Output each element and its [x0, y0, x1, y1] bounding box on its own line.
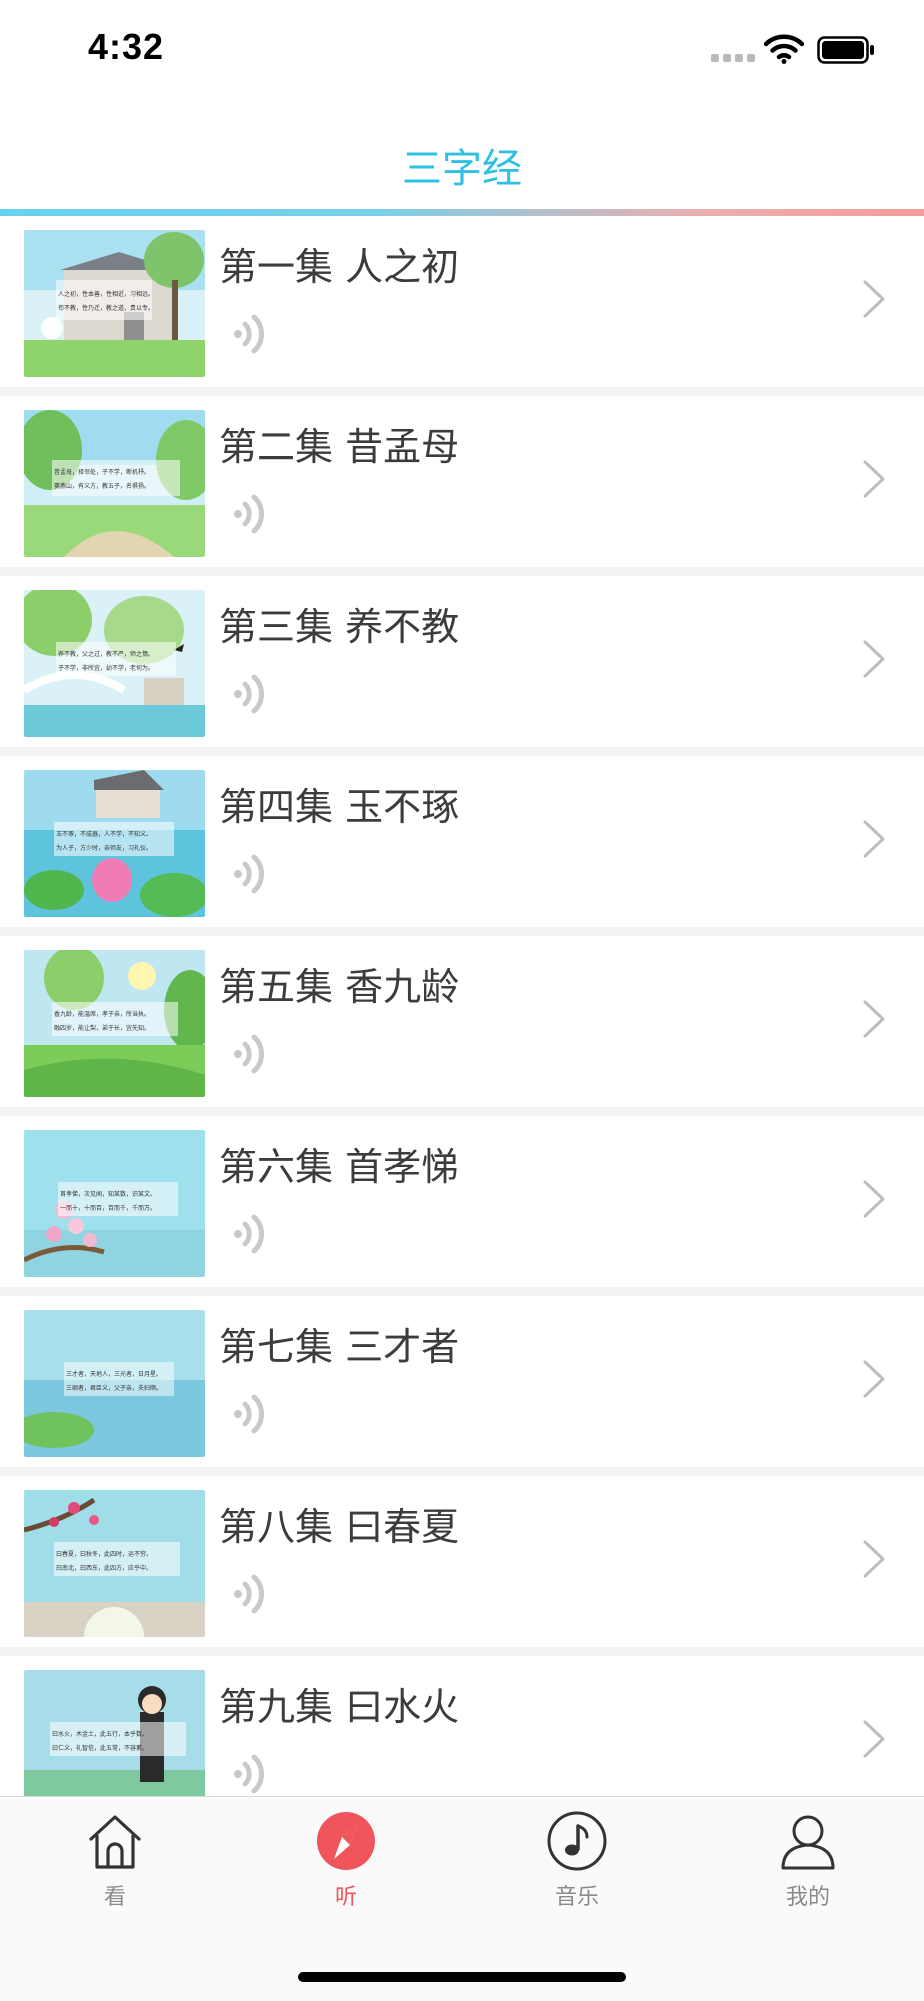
audio-icon — [234, 314, 264, 354]
episode-row-8[interactable]: 曰春夏，曰秋冬，此四时，运不穷。 曰南北，曰西东，此四方，应乎中。 第八集 曰春… — [0, 1476, 924, 1647]
episode-row-9[interactable]: 曰水火，木金土，此五行，本乎数。 曰仁义，礼智信，此五常，不容紊。 第九集 曰水… — [0, 1656, 924, 1796]
episode-row-5[interactable]: 香九龄，能温席，孝于亲，所当执。 融四岁，能让梨，弟于长，宜先知。 第五集 香九… — [0, 936, 924, 1107]
status-time: 4:32 — [88, 26, 165, 67]
tab-label: 听 — [334, 1885, 357, 1910]
tab-label: 我的 — [785, 1885, 830, 1910]
audio-icon — [234, 1754, 264, 1794]
thumbnail-caption: 养不教，父之过，教不严，师之惰。 — [58, 650, 154, 658]
tab-bar: 看 听 音乐 我的 — [0, 1796, 924, 2001]
episode-thumbnail: 人之初，性本善，性相近，习相远。 苟不教，性乃迁，教之道，贵以专。 — [24, 230, 205, 377]
audio-icon — [234, 854, 264, 894]
thumbnail-caption: 一而十，十而百，百而千，千而万。 — [60, 1204, 156, 1212]
episode-row-3[interactable]: 养不教，父之过，教不严，师之惰。 子不学，非所宜，幼不学，老何为。 第三集 养不… — [0, 576, 924, 747]
audio-icon — [234, 494, 264, 534]
episode-row-1[interactable]: 人之初，性本善，性相近，习相远。 苟不教，性乃迁，教之道，贵以专。 第一集 人之… — [0, 216, 924, 387]
thumbnail-caption: 香九龄，能温席，孝于亲，所当执。 — [54, 1010, 150, 1018]
tab-label: 音乐 — [554, 1885, 599, 1910]
episode-row-2[interactable]: 昔孟母，择邻处，子不学，断机杼。 窦燕山，有义方，教五子，名俱扬。 第二集 昔孟… — [0, 396, 924, 567]
audio-icon — [234, 674, 264, 714]
tab-watch[interactable]: 看 — [55, 1811, 175, 1921]
compass-icon — [317, 1812, 375, 1870]
audio-icon — [234, 1214, 264, 1254]
navigation-bar: 三字经 — [0, 100, 924, 212]
cellular-signal-icon — [711, 54, 755, 64]
episode-thumbnail: 曰水火，木金土，此五行，本乎数。 曰仁义，礼智信，此五常，不容紊。 — [24, 1670, 205, 1796]
thumbnail-caption: 曰春夏，曰秋冬，此四时，运不穷。 — [56, 1550, 152, 1558]
tab-label: 看 — [103, 1885, 126, 1910]
audio-icon — [234, 1574, 264, 1614]
episode-list[interactable]: 人之初，性本善，性相近，习相远。 苟不教，性乃迁，教之道，贵以专。 第一集 人之… — [0, 216, 924, 1796]
chevron-right-icon — [863, 1540, 885, 1578]
thumbnail-caption: 曰南北，曰西东，此四方，应乎中。 — [56, 1564, 152, 1572]
tab-listen[interactable]: 听 — [286, 1811, 406, 1921]
episode-thumbnail: 香九龄，能温席，孝于亲，所当执。 融四岁，能让梨，弟于长，宜先知。 — [24, 950, 205, 1097]
chevron-right-icon — [863, 1180, 885, 1218]
tab-me[interactable]: 我的 — [748, 1811, 868, 1921]
episode-row-7[interactable]: 三才者，天地人，三光者，日月星。 三纲者，君臣义，父子亲，夫妇顺。 第七集 三才… — [0, 1296, 924, 1467]
wifi-icon — [764, 34, 804, 64]
audio-icon — [234, 1034, 264, 1074]
chevron-right-icon — [863, 1720, 885, 1758]
thumbnail-caption: 子不学，非所宜，幼不学，老何为。 — [58, 664, 154, 672]
episode-thumbnail: 养不教，父之过，教不严，师之惰。 子不学，非所宜，幼不学，老何为。 — [24, 590, 205, 737]
home-indicator — [298, 1972, 626, 1982]
chevron-right-icon — [863, 820, 885, 858]
user-icon — [781, 1815, 835, 1870]
battery-icon — [817, 36, 874, 64]
episode-title: 第六集 首孝悌 — [219, 1145, 460, 1189]
page-title: 三字经 — [402, 146, 522, 192]
episode-thumbnail: 昔孟母，择邻处，子不学，断机杼。 窦燕山，有义方，教五子，名俱扬。 — [24, 410, 205, 557]
chevron-right-icon — [863, 460, 885, 498]
thumbnail-caption: 窦燕山，有义方，教五子，名俱扬。 — [54, 482, 150, 490]
header-divider — [0, 209, 924, 216]
episode-thumbnail: 玉不琢，不成器，人不学，不知义。 为人子，方少时，亲师友，习礼仪。 — [24, 770, 205, 917]
home-icon — [89, 1815, 141, 1869]
episode-thumbnail: 三才者，天地人，三光者，日月星。 三纲者，君臣义，父子亲，夫妇顺。 — [24, 1310, 205, 1457]
thumbnail-caption: 融四岁，能让梨，弟于长，宜先知。 — [54, 1024, 150, 1032]
thumbnail-caption: 三纲者，君臣义，父子亲，夫妇顺。 — [66, 1384, 162, 1392]
chevron-right-icon — [863, 280, 885, 318]
episode-row-6[interactable]: 首孝悌，次见闻，知某数，识某文。 一而十，十而百，百而千，千而万。 第六集 首孝… — [0, 1116, 924, 1287]
thumbnail-caption: 玉不琢，不成器，人不学，不知义。 — [56, 830, 152, 838]
chevron-right-icon — [863, 640, 885, 678]
status-bar: 4:32 — [0, 0, 924, 100]
thumbnail-caption: 人之初，性本善，性相近，习相远。 — [58, 290, 154, 298]
episode-title: 第一集 人之初 — [219, 245, 460, 289]
thumbnail-caption: 为人子，方少时，亲师友，习礼仪。 — [56, 844, 152, 852]
thumbnail-caption: 三才者，天地人，三光者，日月星。 — [66, 1370, 162, 1378]
tab-music[interactable]: 音乐 — [517, 1811, 637, 1921]
episode-thumbnail: 首孝悌，次见闻，知某数，识某文。 一而十，十而百，百而千，千而万。 — [24, 1130, 205, 1277]
episode-title: 第三集 养不教 — [219, 605, 460, 649]
episode-title: 第八集 曰春夏 — [219, 1505, 460, 1549]
chevron-right-icon — [863, 1360, 885, 1398]
episode-title: 第五集 香九龄 — [219, 965, 460, 1009]
episode-title: 第二集 昔孟母 — [219, 425, 460, 469]
thumbnail-caption: 曰水火，木金土，此五行，本乎数。 — [52, 1730, 148, 1738]
audio-icon — [234, 1394, 264, 1434]
chevron-right-icon — [863, 1000, 885, 1038]
episode-title: 第九集 曰水火 — [219, 1685, 460, 1729]
music-note-icon — [547, 1811, 607, 1871]
thumbnail-caption: 昔孟母，择邻处，子不学，断机杼。 — [54, 468, 150, 476]
thumbnail-caption: 苟不教，性乃迁，教之道，贵以专。 — [58, 304, 154, 312]
thumbnail-caption: 曰仁义，礼智信，此五常，不容紊。 — [52, 1744, 148, 1752]
episode-title: 第七集 三才者 — [219, 1325, 460, 1369]
episode-thumbnail: 曰春夏，曰秋冬，此四时，运不穷。 曰南北，曰西东，此四方，应乎中。 — [24, 1490, 205, 1637]
thumbnail-caption: 首孝悌，次见闻，知某数，识某文。 — [60, 1190, 156, 1198]
episode-row-4[interactable]: 玉不琢，不成器，人不学，不知义。 为人子，方少时，亲师友，习礼仪。 第四集 玉不… — [0, 756, 924, 927]
episode-title: 第四集 玉不琢 — [219, 785, 460, 829]
